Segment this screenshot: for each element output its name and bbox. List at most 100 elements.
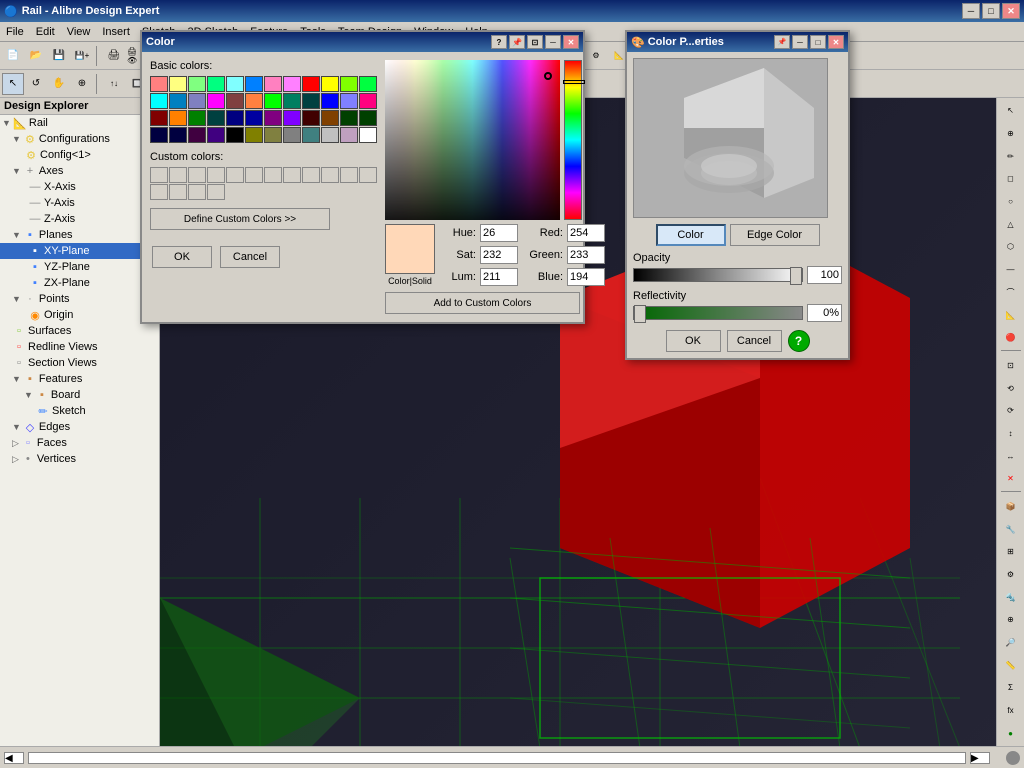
tree-vertices[interactable]: ▷ • Vertices bbox=[0, 451, 159, 467]
custom-color-cell[interactable] bbox=[321, 167, 339, 183]
basic-color-cell[interactable] bbox=[169, 93, 187, 109]
tree-yzplane[interactable]: ▪ YZ-Plane bbox=[0, 259, 159, 275]
basic-color-cell[interactable] bbox=[264, 76, 282, 92]
rt-btn27[interactable]: fx bbox=[1000, 700, 1022, 722]
rt-btn22[interactable]: 🔩 bbox=[1000, 586, 1022, 608]
basic-color-cell[interactable] bbox=[302, 93, 320, 109]
basic-color-cell[interactable] bbox=[226, 127, 244, 143]
rt-btn11[interactable]: 🔴 bbox=[1000, 327, 1022, 349]
opacity-thumb[interactable] bbox=[790, 267, 802, 285]
basic-color-cell[interactable] bbox=[302, 110, 320, 126]
custom-color-cell[interactable] bbox=[169, 184, 187, 200]
color-dialog-titlebar[interactable]: Color ? 📌 ⊡ ─ ✕ bbox=[142, 32, 583, 52]
reflectivity-thumb[interactable] bbox=[634, 305, 646, 323]
tree-board[interactable]: ▼ ▪ Board bbox=[0, 387, 159, 403]
rt-btn23[interactable]: ⊕ bbox=[1000, 609, 1022, 631]
maximize-button[interactable]: □ bbox=[982, 3, 1000, 19]
opacity-track[interactable] bbox=[633, 268, 803, 282]
basic-color-cell[interactable] bbox=[188, 93, 206, 109]
custom-color-cell[interactable] bbox=[188, 184, 206, 200]
zoom-tool[interactable]: ⊕ bbox=[71, 73, 93, 95]
basic-color-cell[interactable] bbox=[226, 110, 244, 126]
basic-color-cell[interactable] bbox=[340, 93, 358, 109]
rt-btn13[interactable]: ⟲ bbox=[1000, 377, 1022, 399]
tree-origin[interactable]: ◉ Origin bbox=[0, 307, 159, 323]
custom-color-cell[interactable] bbox=[359, 167, 377, 183]
save-button[interactable]: 💾 bbox=[48, 45, 70, 67]
add-to-custom-button[interactable]: Add to Custom Colors bbox=[385, 292, 580, 314]
basic-color-cell[interactable] bbox=[207, 127, 225, 143]
rt-btn5[interactable]: ○ bbox=[1000, 191, 1022, 213]
custom-color-cell[interactable] bbox=[226, 167, 244, 183]
basic-color-cell[interactable] bbox=[359, 110, 377, 126]
basic-color-cell[interactable] bbox=[150, 127, 168, 143]
basic-color-cell[interactable] bbox=[340, 127, 358, 143]
custom-color-cell[interactable] bbox=[169, 167, 187, 183]
color-dialog-pin[interactable]: 📌 bbox=[509, 35, 525, 49]
red-input[interactable] bbox=[567, 224, 605, 242]
basic-color-cell[interactable] bbox=[188, 76, 206, 92]
cp-max[interactable]: □ bbox=[810, 35, 826, 49]
basic-color-cell[interactable] bbox=[245, 110, 263, 126]
scroll-right[interactable]: ▶ bbox=[970, 752, 990, 764]
custom-color-cell[interactable] bbox=[340, 167, 358, 183]
basic-color-cell[interactable] bbox=[207, 110, 225, 126]
sat-input[interactable] bbox=[480, 246, 518, 264]
basic-color-cell[interactable] bbox=[321, 76, 339, 92]
tree-redline-views[interactable]: ▫ Redline Views bbox=[0, 339, 159, 355]
scroll-left[interactable]: ◀ bbox=[4, 752, 24, 764]
cp-close[interactable]: ✕ bbox=[828, 35, 844, 49]
rt-btn20[interactable]: ⊞ bbox=[1000, 541, 1022, 563]
basic-color-cell[interactable] bbox=[359, 93, 377, 109]
basic-color-cell[interactable] bbox=[150, 76, 168, 92]
custom-color-cell[interactable] bbox=[207, 184, 225, 200]
custom-color-cell[interactable] bbox=[264, 167, 282, 183]
basic-color-cell[interactable] bbox=[245, 127, 263, 143]
custom-color-cell[interactable] bbox=[150, 167, 168, 183]
basic-color-cell[interactable] bbox=[321, 127, 339, 143]
tree-faces[interactable]: ▷ ▫ Faces bbox=[0, 435, 159, 451]
custom-color-cell[interactable] bbox=[245, 167, 263, 183]
scrollbar-track[interactable] bbox=[28, 752, 966, 764]
rt-btn2[interactable]: ⊕ bbox=[1000, 123, 1022, 145]
color-tab-button[interactable]: Color bbox=[656, 224, 726, 246]
tree-rail[interactable]: ▼ 📐 Rail bbox=[0, 115, 159, 131]
tree-surfaces[interactable]: ▫ Surfaces bbox=[0, 323, 159, 339]
rt-btn12[interactable]: ⊡ bbox=[1000, 355, 1022, 377]
tree-xaxis[interactable]: — X-Axis bbox=[0, 179, 159, 195]
rt-btn18[interactable]: 📦 bbox=[1000, 496, 1022, 518]
basic-color-cell[interactable] bbox=[226, 93, 244, 109]
rt-btn9[interactable]: ⌒ bbox=[1000, 282, 1022, 304]
basic-color-cell[interactable] bbox=[169, 127, 187, 143]
tree-edges[interactable]: ▼ ◇ Edges bbox=[0, 419, 159, 435]
basic-color-cell[interactable] bbox=[245, 76, 263, 92]
color-ok-button[interactable]: OK bbox=[152, 246, 212, 268]
spectrum-canvas[interactable] bbox=[385, 60, 560, 220]
pan-tool[interactable]: ✋ bbox=[48, 73, 70, 95]
cp-pin[interactable]: 📌 bbox=[774, 35, 790, 49]
view-front[interactable]: ↑↓ bbox=[103, 73, 125, 95]
hue-input[interactable] bbox=[480, 224, 518, 242]
basic-color-cell[interactable] bbox=[340, 110, 358, 126]
tree-features[interactable]: ▼ ▪ Features bbox=[0, 371, 159, 387]
custom-color-cell[interactable] bbox=[150, 184, 168, 200]
basic-color-cell[interactable] bbox=[264, 110, 282, 126]
rt-btn7[interactable]: ⬡ bbox=[1000, 236, 1022, 258]
basic-color-cell[interactable] bbox=[226, 76, 244, 92]
cp-min[interactable]: ─ bbox=[792, 35, 808, 49]
rt-btn8[interactable]: — bbox=[1000, 259, 1022, 281]
opacity-value[interactable]: 100 bbox=[807, 266, 842, 284]
color-props-cancel-button[interactable]: Cancel bbox=[727, 330, 782, 352]
rt-btn21[interactable]: ⚙ bbox=[1000, 564, 1022, 586]
basic-color-cell[interactable] bbox=[150, 110, 168, 126]
basic-color-cell[interactable] bbox=[207, 76, 225, 92]
color-dialog-min[interactable]: ─ bbox=[545, 35, 561, 49]
tree-xyplane[interactable]: ▪ XY-Plane bbox=[0, 243, 159, 259]
basic-color-cell[interactable] bbox=[264, 93, 282, 109]
tree-section-views[interactable]: ▫ Section Views bbox=[0, 355, 159, 371]
basic-color-cell[interactable] bbox=[283, 127, 301, 143]
basic-color-cell[interactable] bbox=[169, 110, 187, 126]
lum-input[interactable] bbox=[480, 268, 518, 286]
new-button[interactable]: 📄 bbox=[2, 45, 24, 67]
basic-color-cell[interactable] bbox=[359, 127, 377, 143]
